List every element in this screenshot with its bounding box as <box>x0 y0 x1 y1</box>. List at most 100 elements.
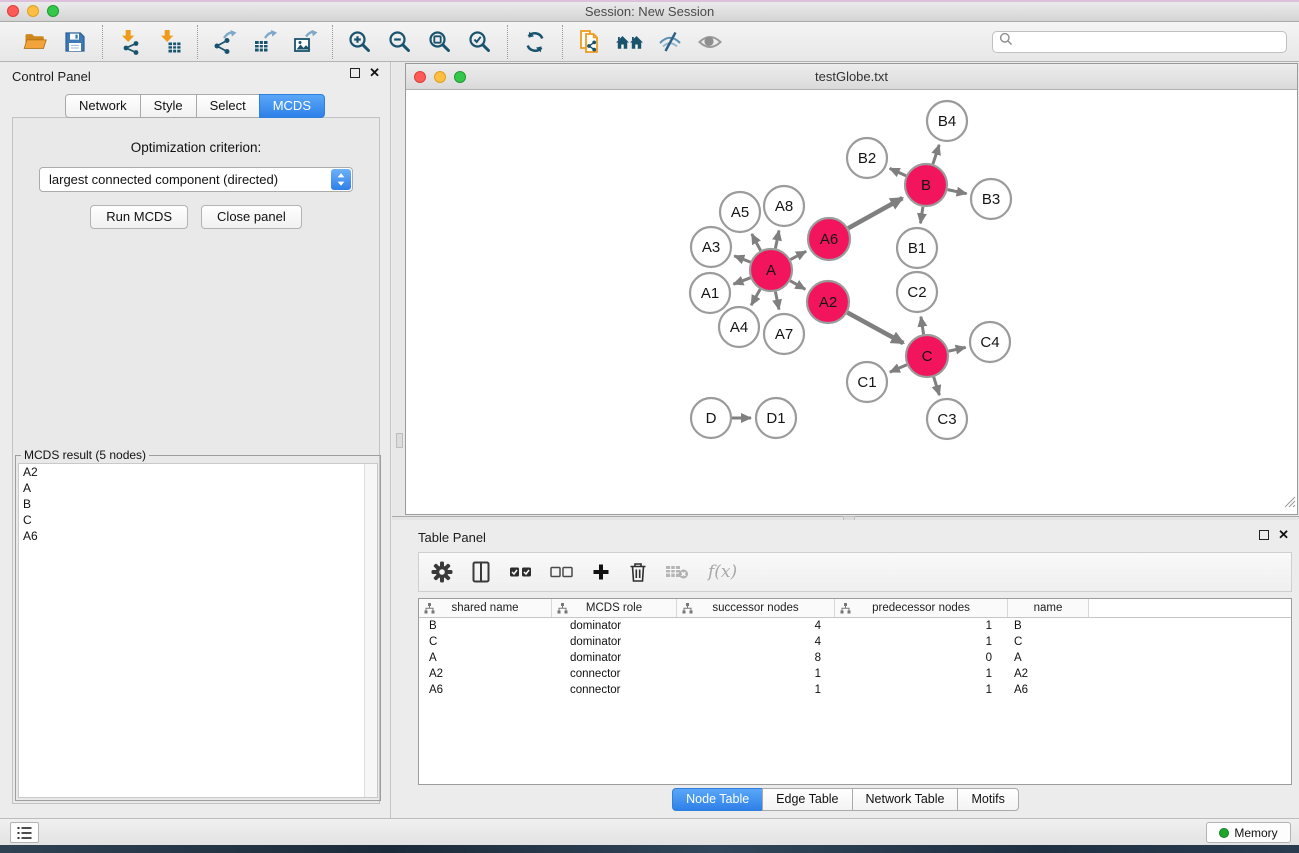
import-network-button[interactable] <box>113 26 147 58</box>
edge-C-C1[interactable] <box>890 365 907 372</box>
table-row-c[interactable]: Cdominator41C <box>419 634 1291 650</box>
float-table-panel-icon[interactable] <box>1259 530 1269 540</box>
node-A7[interactable]: A7 <box>764 314 804 354</box>
cell-shared-name[interactable]: B <box>419 618 552 634</box>
cell-predecessor-nodes[interactable]: 1 <box>835 618 1008 634</box>
search-input[interactable] <box>1017 35 1280 49</box>
tab-network-table[interactable]: Network Table <box>852 788 959 811</box>
node-B1[interactable]: B1 <box>897 228 937 268</box>
cell-shared-name[interactable]: A2 <box>419 666 552 682</box>
node-C1[interactable]: C1 <box>847 362 887 402</box>
node-C2[interactable]: C2 <box>897 272 937 312</box>
cell-mcds-role[interactable]: dominator <box>552 650 677 666</box>
tab-select[interactable]: Select <box>196 94 260 118</box>
cell-name[interactable]: A <box>1008 650 1089 666</box>
delete-entry-button[interactable] <box>628 561 648 583</box>
float-panel-icon[interactable] <box>350 68 360 78</box>
table-row-a2[interactable]: A2connector11A2 <box>419 666 1291 682</box>
deselect-all-button[interactable] <box>550 565 574 579</box>
column-header-shared-name[interactable]: shared name <box>419 599 552 617</box>
edge-A-A4[interactable] <box>751 289 760 305</box>
column-header-mcds-role[interactable]: MCDS role <box>552 599 677 617</box>
network-window-titlebar[interactable]: testGlobe.txt <box>406 64 1297 90</box>
node-A6[interactable]: A6 <box>808 218 850 260</box>
node-A1[interactable]: A1 <box>690 273 730 313</box>
cell-mcds-role[interactable]: connector <box>552 666 677 682</box>
result-item-c[interactable]: C <box>19 512 377 528</box>
cell-mcds-role[interactable]: connector <box>552 682 677 698</box>
cell-successor-nodes[interactable]: 8 <box>677 650 835 666</box>
result-item-a2[interactable]: A2 <box>19 464 377 480</box>
result-scrollbar[interactable] <box>364 464 377 797</box>
node-A[interactable]: A <box>750 249 792 291</box>
node-B3[interactable]: B3 <box>971 179 1011 219</box>
node-A4[interactable]: A4 <box>719 307 759 347</box>
task-history-button[interactable] <box>10 822 39 843</box>
export-network-button[interactable] <box>208 26 242 58</box>
edge-A2-C[interactable] <box>847 313 903 344</box>
cell-mcds-role[interactable]: dominator <box>552 618 677 634</box>
tab-node-table[interactable]: Node Table <box>672 788 763 811</box>
edge-A-A3[interactable] <box>734 256 750 262</box>
cell-mcds-role[interactable]: dominator <box>552 634 677 650</box>
node-A5[interactable]: A5 <box>720 192 760 232</box>
import-table-button[interactable] <box>153 26 187 58</box>
node-D[interactable]: D <box>691 398 731 438</box>
node-A3[interactable]: A3 <box>691 227 731 267</box>
save-session-button[interactable] <box>58 26 92 58</box>
edge-A-A6[interactable] <box>790 251 806 259</box>
column-header-name[interactable]: name <box>1008 599 1089 617</box>
edge-B-B1[interactable] <box>921 207 923 224</box>
column-header-successor-nodes[interactable]: successor nodes <box>677 599 835 617</box>
node-A8[interactable]: A8 <box>764 186 804 226</box>
table-row-a6[interactable]: A6connector11A6 <box>419 682 1291 698</box>
node-B2[interactable]: B2 <box>847 138 887 178</box>
zoom-in-button[interactable] <box>343 26 377 58</box>
result-item-a[interactable]: A <box>19 480 377 496</box>
memory-button[interactable]: Memory <box>1206 822 1291 843</box>
run-mcds-button[interactable]: Run MCDS <box>90 205 188 229</box>
tab-edge-table[interactable]: Edge Table <box>762 788 852 811</box>
node-C[interactable]: C <box>906 335 948 377</box>
search-field[interactable] <box>992 31 1287 53</box>
node-C4[interactable]: C4 <box>970 322 1010 362</box>
node-C3[interactable]: C3 <box>927 399 967 439</box>
cell-predecessor-nodes[interactable]: 1 <box>835 666 1008 682</box>
zoom-window-button[interactable] <box>47 5 59 17</box>
close-table-panel-icon[interactable]: ✕ <box>1278 530 1289 540</box>
delete-table-button[interactable] <box>665 563 691 581</box>
network-canvas[interactable]: AA1A2A3A4A5A6A7A8BB1B2B3B4CC1C2C3C4DD1 <box>406 90 1297 514</box>
cell-shared-name[interactable]: A <box>419 650 552 666</box>
node-A2[interactable]: A2 <box>807 281 849 323</box>
zoom-fit-button[interactable] <box>423 26 457 58</box>
cell-predecessor-nodes[interactable]: 0 <box>835 650 1008 666</box>
edge-A-A1[interactable] <box>733 278 750 284</box>
cell-shared-name[interactable]: A6 <box>419 682 552 698</box>
show-columns-button[interactable] <box>470 561 492 583</box>
cell-successor-nodes[interactable]: 4 <box>677 634 835 650</box>
cell-predecessor-nodes[interactable]: 1 <box>835 682 1008 698</box>
result-item-b[interactable]: B <box>19 496 377 512</box>
optimization-criterion-select[interactable]: largest connected component (directed) <box>39 167 353 192</box>
table-settings-button[interactable] <box>431 561 453 583</box>
cell-name[interactable]: C <box>1008 634 1089 650</box>
network-minimize-button[interactable] <box>434 71 446 83</box>
network-zoom-button[interactable] <box>454 71 466 83</box>
cell-successor-nodes[interactable]: 1 <box>677 666 835 682</box>
close-window-button[interactable] <box>7 5 19 17</box>
tab-motifs[interactable]: Motifs <box>957 788 1018 811</box>
function-builder-button[interactable]: f(x) <box>708 562 737 582</box>
node-D1[interactable]: D1 <box>756 398 796 438</box>
edge-B-B2[interactable] <box>890 168 906 175</box>
cell-successor-nodes[interactable]: 1 <box>677 682 835 698</box>
table-row-b[interactable]: Bdominator41B <box>419 618 1291 634</box>
resize-grip-icon[interactable] <box>1283 495 1296 513</box>
edge-C-C2[interactable] <box>921 317 924 335</box>
table-row-a[interactable]: Adominator80A <box>419 650 1291 666</box>
result-item-a6[interactable]: A6 <box>19 528 377 544</box>
cell-predecessor-nodes[interactable]: 1 <box>835 634 1008 650</box>
node-table[interactable]: shared nameMCDS rolesuccessor nodesprede… <box>418 598 1292 785</box>
show-all-button[interactable] <box>693 26 727 58</box>
column-header-predecessor-nodes[interactable]: predecessor nodes <box>835 599 1008 617</box>
first-neighbors-button[interactable] <box>613 26 647 58</box>
